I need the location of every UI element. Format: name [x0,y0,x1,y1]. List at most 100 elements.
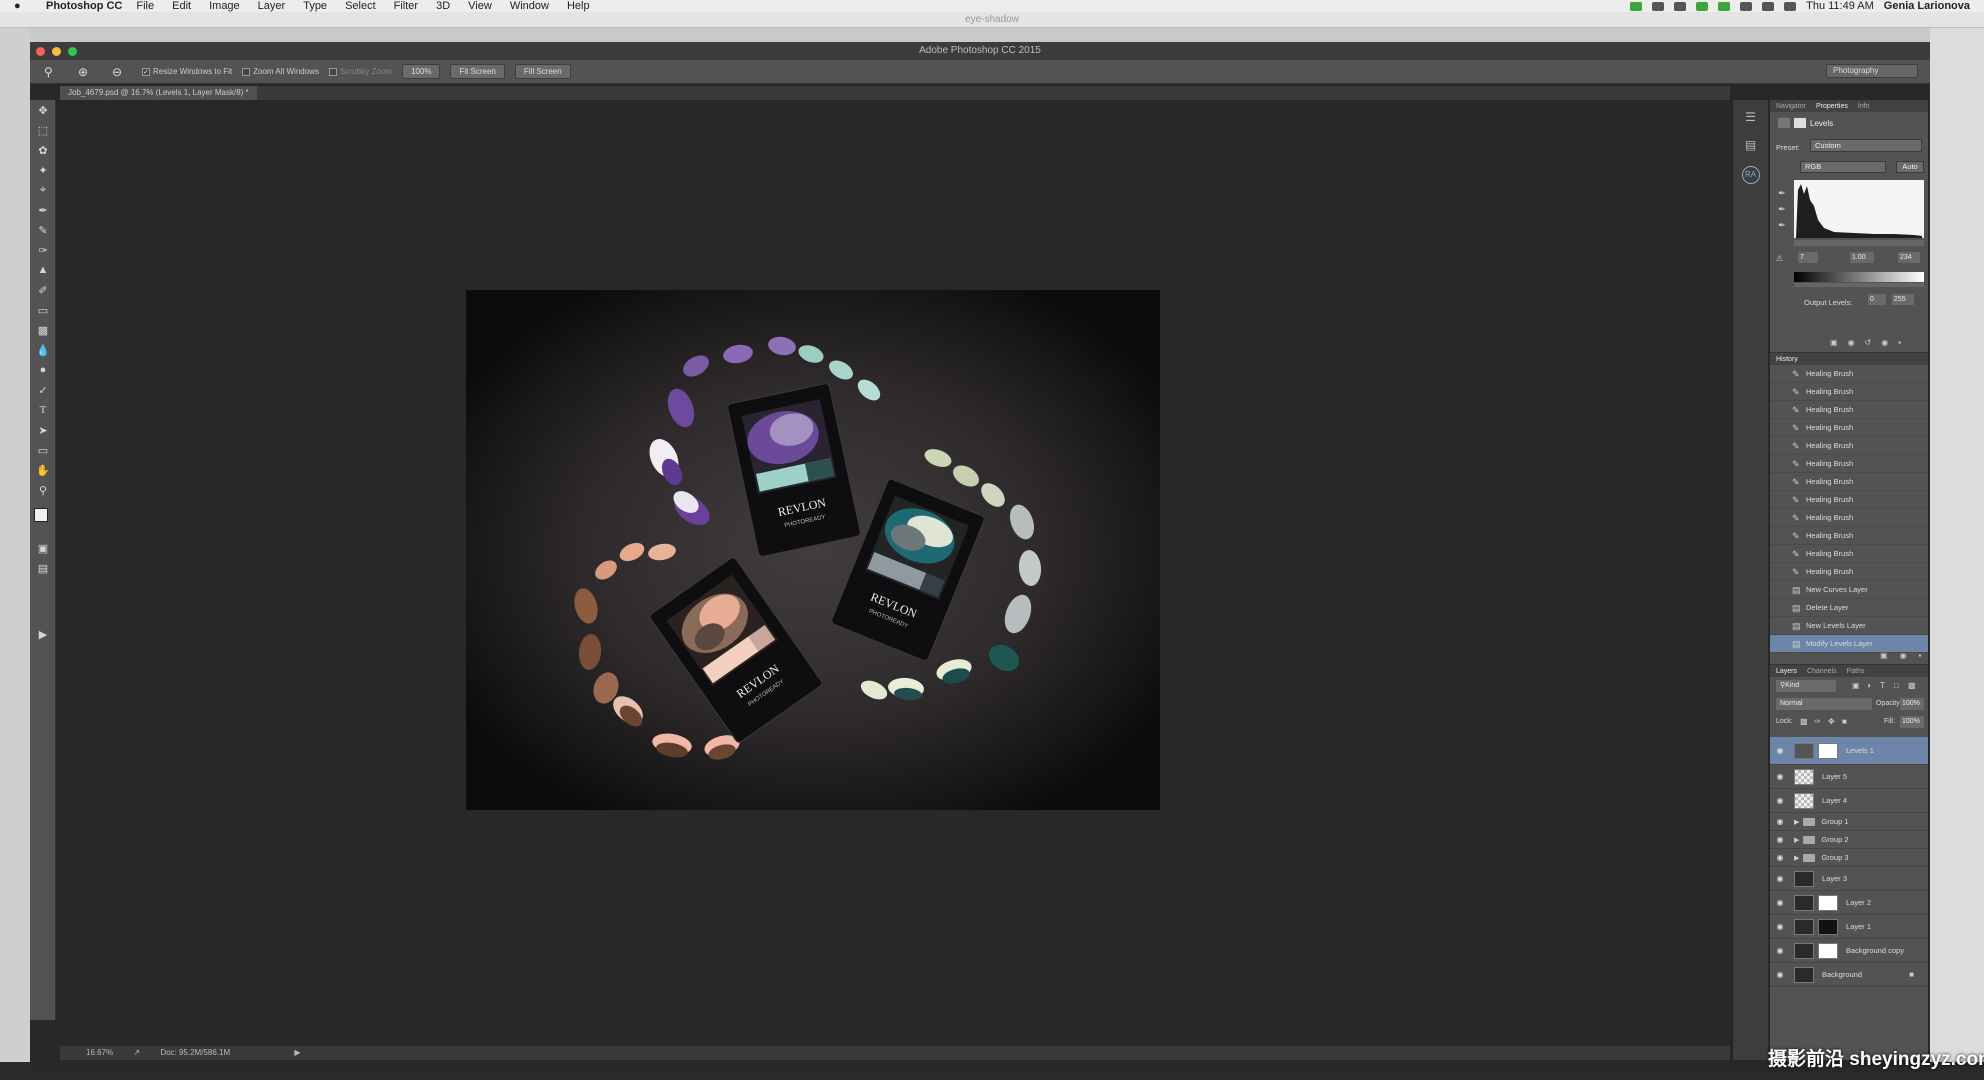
history-item[interactable]: ✎ Healing Brush [1770,491,1928,509]
menu-view[interactable]: View [468,0,492,12]
mask-icon[interactable] [1794,118,1806,128]
layer-row-layer-5[interactable]: ◉ Layer 5 [1770,765,1928,789]
layer-row-levels-1[interactable]: ◉ Levels 1 [1770,737,1928,765]
eraser-tool-icon[interactable]: ▭ [30,300,56,320]
layer-mask-thumbnail[interactable] [1818,742,1838,759]
visibility-icon[interactable]: ◉ [1770,922,1790,931]
expand-arrow-icon[interactable]: ▶ [1794,818,1799,826]
filter-type-icon[interactable]: T [1880,681,1885,690]
menu-window[interactable]: Window [510,0,549,12]
history-item[interactable]: ✎ Healing Brush [1770,365,1928,383]
expand-arrow-icon[interactable]: ▶ [1794,854,1799,862]
history-brush-tool-icon[interactable]: ✐ [30,280,56,300]
visibility-icon[interactable]: ◉ [1770,853,1790,862]
status-app-icon[interactable] [1674,1,1687,11]
tab-properties[interactable]: Properties [1816,103,1848,110]
status-app-icon[interactable] [1652,1,1665,11]
history-item[interactable]: ✎ Healing Brush [1770,437,1928,455]
crop-tool-icon[interactable]: ⌖ [30,180,56,200]
snapshot-icon[interactable]: ◉ [1900,651,1907,660]
history-item[interactable]: ✎ Healing Brush [1770,401,1928,419]
history-item[interactable]: ✎ Healing Brush [1770,383,1928,401]
visibility-icon[interactable]: ◉ [1881,338,1888,347]
layer-row-layer-3[interactable]: ◉ Layer 3 [1770,867,1928,891]
layer-row-group-1[interactable]: ◉ ▶ Group 1 [1770,813,1928,831]
clip-to-layer-icon[interactable]: ▣ [1830,338,1838,347]
trash-icon[interactable]: ▪ [1898,338,1901,347]
menu-help[interactable]: Help [567,0,590,12]
lock-position-icon[interactable]: ✥ [1828,717,1835,726]
filter-adjustment-icon[interactable]: ◑ [1866,681,1871,690]
menu-image[interactable]: Image [209,0,240,12]
clip-warning-icon[interactable]: ⚠ [1776,254,1783,263]
visibility-icon[interactable]: ◉ [1770,946,1790,955]
history-item[interactable]: ✎ Healing Brush [1770,419,1928,437]
blend-mode-dropdown[interactable]: Normal [1776,698,1872,710]
history-item[interactable]: ✎ Healing Brush [1770,563,1928,581]
clone-stamp-tool-icon[interactable]: ▲ [30,260,56,280]
zoom-100-button[interactable]: 100% [401,64,441,79]
canvas-area[interactable]: REVLON PHOTOREADY REVLON PHOTOREADY REVL… [60,100,1730,1046]
zoom-all-windows-checkbox[interactable]: Zoom All Windows [242,67,319,76]
eyedropper-white-icon[interactable]: ✒ [1778,220,1786,231]
history-item[interactable]: ✎ Healing Brush [1770,545,1928,563]
tab-navigator[interactable]: Navigator [1776,103,1806,110]
foreground-color-swatch[interactable] [34,508,48,522]
lock-transparent-icon[interactable]: ▩ [1800,717,1808,726]
eyedropper-tool-icon[interactable]: ✒ [30,200,56,220]
shape-tool-icon[interactable]: ▭ [30,440,56,460]
fill-field[interactable]: 100% [1900,716,1924,728]
history-item[interactable]: ✎ Healing Brush [1770,509,1928,527]
visibility-icon[interactable]: ◉ [1770,817,1790,826]
filter-smart-icon[interactable]: ▩ [1908,681,1916,690]
zoom-tool-icon[interactable]: ⚲ [30,480,56,500]
blur-tool-icon[interactable]: 💧 [30,340,56,360]
healing-brush-tool-icon[interactable]: ✎ [30,220,56,240]
input-white-field[interactable]: 234 [1898,252,1920,263]
tab-channels[interactable]: Channels [1807,668,1837,675]
history-item[interactable]: ▤ New Curves Layer [1770,581,1928,599]
view-previous-icon[interactable]: ◉ [1848,338,1855,347]
history-item[interactable]: ▤ Delete Layer [1770,599,1928,617]
layer-row-layer-4[interactable]: ◉ Layer 4 [1770,789,1928,813]
adjustments-icon[interactable]: ☰ [1742,110,1760,128]
menu-app-name[interactable]: Photoshop CC [46,0,122,12]
document-tab[interactable]: Job_4679.psd @ 16.7% (Levels 1, Layer Ma… [60,86,257,100]
quick-select-tool-icon[interactable]: ✦ [30,160,56,180]
visibility-icon[interactable]: ◉ [1770,835,1790,844]
libraries-icon[interactable]: ▤ [1742,138,1760,156]
path-select-tool-icon[interactable]: ➤ [30,420,56,440]
fill-screen-button[interactable]: Fill Screen [514,64,571,79]
output-black-field[interactable]: 0 [1868,294,1886,305]
play-icon[interactable]: ▶ [30,624,56,644]
doc-size[interactable]: Doc: 95.2M/586.1M [160,1048,230,1057]
opacity-field[interactable]: 100% [1900,698,1924,710]
status-menu-arrow-icon[interactable]: ▶ [294,1048,300,1057]
eyedropper-black-icon[interactable]: ✒ [1778,188,1786,199]
status-app-icon[interactable] [1740,1,1753,11]
dodge-tool-icon[interactable]: ● [30,360,56,380]
history-item[interactable]: ✎ Healing Brush [1770,455,1928,473]
layer-row-layer-2[interactable]: ◉ Layer 2 [1770,891,1928,915]
volume-icon[interactable] [1784,1,1797,11]
layer-row-background-copy[interactable]: ◉ Background copy [1770,939,1928,963]
visibility-icon[interactable]: ◉ [1770,772,1790,781]
filter-pixel-icon[interactable]: ▣ [1852,681,1860,690]
workspace-switcher[interactable]: Photography [1826,64,1918,78]
layer-mask-thumbnail[interactable] [1818,894,1838,911]
pen-tool-icon[interactable]: ✓ [30,380,56,400]
layer-mask-thumbnail[interactable] [1818,918,1838,935]
layer-row-layer-1[interactable]: ◉ Layer 1 [1770,915,1928,939]
output-levels-slider[interactable] [1794,283,1924,287]
lock-image-icon[interactable]: ✑ [1814,717,1821,726]
menu-3d[interactable]: 3D [436,0,450,12]
quick-mask-icon[interactable]: ▣ [30,538,56,558]
menu-edit[interactable]: Edit [172,0,191,12]
tab-info[interactable]: Info [1858,103,1870,110]
input-gamma-field[interactable]: 1.00 [1850,252,1874,263]
apple-icon[interactable]: ● [14,0,32,12]
lock-all-icon[interactable]: ■ [1842,717,1847,726]
menu-type[interactable]: Type [303,0,327,12]
screen-mode-icon[interactable]: ▤ [30,558,56,578]
zoom-level[interactable]: 16.67% [86,1048,113,1057]
